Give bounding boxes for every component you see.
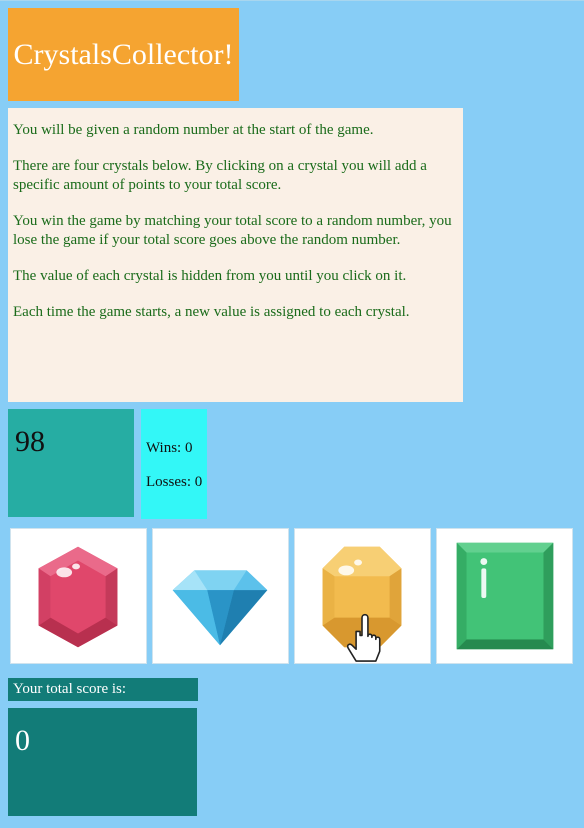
total-score-value: 0 [8, 708, 197, 816]
top-border-line [0, 0, 584, 1]
yellow-octagon-gem-icon [322, 546, 402, 662]
crystal-button-yellow[interactable] [294, 528, 431, 664]
losses-counter: Losses: 0 [146, 474, 203, 490]
instruction-paragraph: You will be given a random number at the… [13, 122, 374, 138]
blue-diamond-gem-icon [172, 570, 268, 646]
random-target-number: 98 [8, 409, 134, 517]
total-score-label: Your total score is: [8, 678, 198, 701]
crystal-button-blue[interactable] [152, 528, 289, 664]
instruction-paragraph: The value of each crystal is hidden from… [13, 268, 407, 284]
crystal-button-green[interactable] [436, 528, 573, 664]
instruction-paragraph: You win the game by matching your total … [13, 213, 452, 248]
stats-panel: Wins: 0 Losses: 0 [141, 409, 207, 519]
instruction-paragraph: There are four crystals below. By clicki… [13, 158, 427, 193]
wins-counter: Wins: 0 [146, 440, 193, 456]
red-hexagon-gem-icon [38, 546, 118, 648]
green-square-gem-icon [456, 542, 554, 650]
instruction-paragraph: Each time the game starts, a new value i… [13, 304, 410, 320]
game-title: CrystalsCollector! [8, 8, 239, 101]
crystal-button-red[interactable] [10, 528, 147, 664]
instructions-panel: You will be given a random number at the… [8, 108, 463, 402]
crystal-row [10, 528, 575, 665]
